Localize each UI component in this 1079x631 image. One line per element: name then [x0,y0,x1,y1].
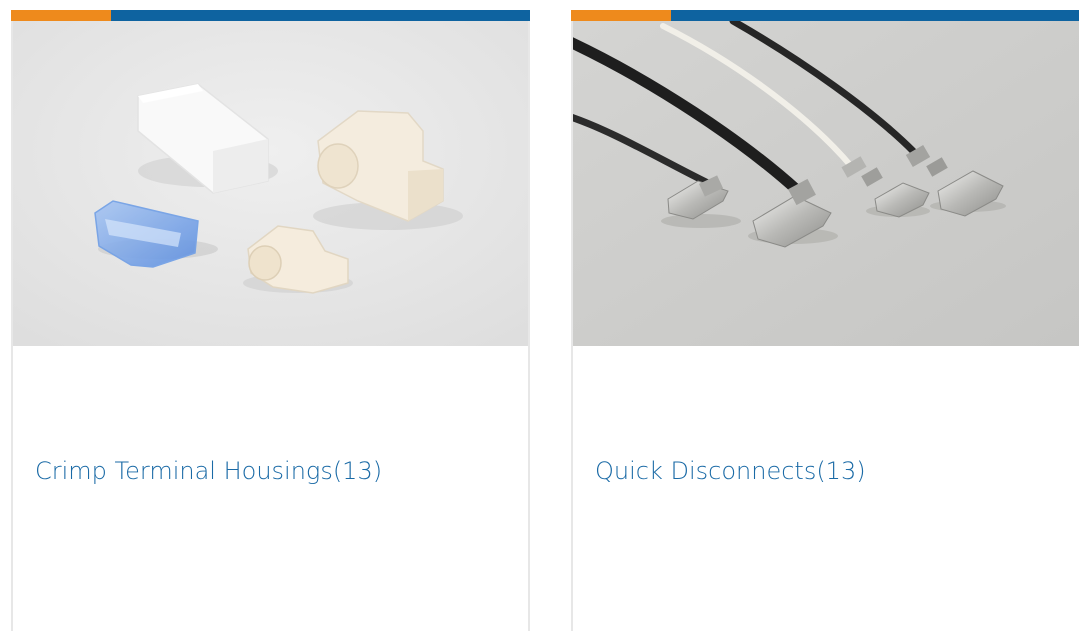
accent-blue-segment [111,10,530,21]
category-card-quick-disconnects[interactable]: Quick Disconnects(13) [571,10,1079,631]
quick-disconnects-image [573,21,1079,346]
accent-blue-segment [671,10,1079,21]
category-title-quick-disconnects[interactable]: Quick Disconnects(13) [595,457,866,485]
card-accent-bar [11,10,530,21]
accent-orange-segment [571,10,671,21]
crimp-terminal-housings-image [13,21,528,346]
accent-orange-segment [11,10,111,21]
category-card-crimp-terminal-housings[interactable]: Crimp Terminal Housings(13) [11,10,530,631]
product-category-grid: Crimp Terminal Housings(13) Quick Discon… [0,0,1079,631]
card-accent-bar [571,10,1079,21]
crimp-terminal-housings-photo[interactable] [13,21,528,346]
category-title-crimp-terminal-housings[interactable]: Crimp Terminal Housings(13) [35,457,382,485]
quick-disconnects-photo[interactable] [573,21,1079,346]
